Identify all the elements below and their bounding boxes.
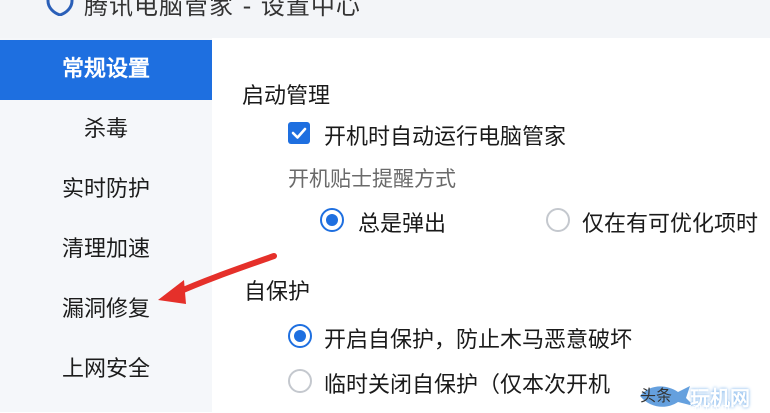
radio-always-popup[interactable] [320,208,344,232]
sidebar-item-antivirus[interactable]: 杀毒 [0,100,212,160]
watermark-prefix: 头条 [640,386,673,405]
red-arrow-annotation [158,253,277,304]
autorun-checkbox[interactable] [288,122,310,144]
settings-panel: 启动管理 开机时自动运行电脑管家 开机贴士提醒方式 总是弹出 仅在有可优化项时 … [212,38,770,412]
radio-self-protect-on[interactable] [288,324,312,348]
shield-icon [46,0,74,16]
radio-optimize-only[interactable] [546,208,570,232]
radio-always-popup-label[interactable]: 总是弹出 [358,206,446,238]
radio-self-protect-off[interactable] [288,369,312,393]
sidebar-item-web-security[interactable]: 上网安全 [0,340,212,400]
window-title: 腾讯电脑管家 - 设置中心 [84,0,361,20]
radio-self-protect-on-label[interactable]: 开启自保护，防止木马恶意破坏 [324,322,632,354]
sidebar-item-realtime-protection[interactable]: 实时防护 [0,160,212,220]
check-icon [291,127,307,139]
tips-mode-label: 开机贴士提醒方式 [288,167,456,191]
section-title-startup: 启动管理 [242,84,331,109]
title-bar: 腾讯电脑管家 - 设置中心 [0,0,770,38]
radio-self-protect-off-label[interactable]: 临时关闭自保护（仅本次开机 [324,367,610,399]
radio-optimize-only-label[interactable]: 仅在有可优化项时 [582,206,758,238]
sidebar: 常规设置 杀毒 实时防护 清理加速 漏洞修复 上网安全 [0,38,212,412]
autorun-label[interactable]: 开机时自动运行电脑管家 [324,119,566,151]
sidebar-item-general-settings[interactable]: 常规设置 [0,40,212,100]
